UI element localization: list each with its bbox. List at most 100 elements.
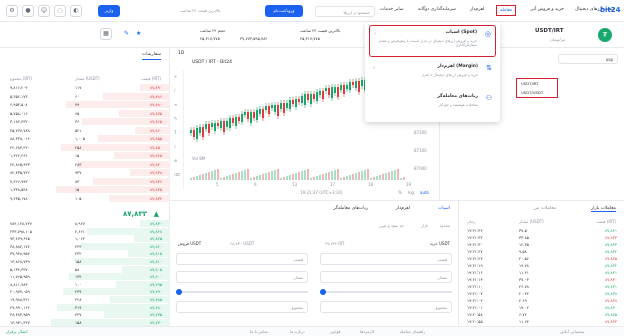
trade-amount: ۱۲.۳۵ xyxy=(519,242,529,247)
tab-market-trades[interactable]: معاملات بازار xyxy=(591,206,616,212)
chart-interval[interactable]: 1D xyxy=(178,51,184,56)
layout-icon[interactable]: ▦ xyxy=(100,28,112,40)
ask-row[interactable]: ۹,۲۳۵,۱۷۸ ۱۰۵ ۸۷,۸۳۴ xyxy=(0,194,170,203)
pair-search-input[interactable]: usp xyxy=(558,54,618,64)
buy-price-input[interactable]: قیمت xyxy=(320,253,452,265)
sell-amount-input[interactable]: مقدار xyxy=(176,271,308,283)
crosshair-icon[interactable]: + xyxy=(174,74,177,79)
notification-icon[interactable]: ● xyxy=(22,5,34,17)
tab-spot[interactable]: اسپات xyxy=(438,206,450,211)
volume-bar xyxy=(346,176,348,180)
moon-icon[interactable]: ◐ xyxy=(70,5,82,17)
star-icon[interactable]: ★ xyxy=(136,30,141,37)
gear-icon[interactable]: ⚙ xyxy=(6,5,18,17)
trash-icon[interactable]: ⌫ xyxy=(174,172,180,177)
search-input[interactable]: جستجو در ارزها xyxy=(315,6,375,17)
footer-contact[interactable]: تماس با ما xyxy=(250,329,268,334)
total-cell: ۹۳,۲۷۹,۶۴۵ xyxy=(10,236,30,242)
footer-rules[interactable]: قوانین xyxy=(330,329,340,334)
trade-time: ۱۹:۲۱:۰۴ xyxy=(467,298,483,303)
line-tool-icon[interactable]: / xyxy=(174,88,175,93)
y-tick-label: 87200 xyxy=(414,130,427,135)
sell-price-input[interactable]: قیمت xyxy=(176,253,308,265)
candle xyxy=(217,123,219,126)
volume-bar xyxy=(313,177,315,180)
volume-bar xyxy=(277,169,279,180)
price-cell: ۸۷,۸۶۰ xyxy=(149,127,162,133)
order-type-stop[interactable]: حد سود و ضرر xyxy=(379,223,404,228)
scale-auto[interactable]: auto xyxy=(420,190,429,195)
amount-cell: ۱۳۴ xyxy=(75,274,82,280)
order-type-market[interactable]: بازار xyxy=(421,223,428,228)
login-button[interactable]: ورود/ثبت‌نام xyxy=(265,5,303,17)
order-type-limit[interactable]: محدود xyxy=(439,223,450,228)
nav-dual[interactable]: سرمایه‌گذاری دوگانه xyxy=(418,7,456,12)
trade-price: ۸۷,۸۳۳ xyxy=(604,235,617,240)
ask-row[interactable]: ۷,۳۶۶,۷۹۳ ۸۳ ۸۷,۸۳۶ xyxy=(0,177,170,186)
ask-row[interactable]: ۲۲,۶۸۳,۲۲۰ ۲۵۸ ۸۷,۸۵۰ xyxy=(0,143,170,152)
nav-instant[interactable]: خرید و فروش آنی xyxy=(530,7,564,12)
measure-icon[interactable]: ⌇ xyxy=(174,144,176,149)
trade-price: ۸۷,۸۳۲ xyxy=(604,263,617,268)
sell-slider[interactable] xyxy=(176,289,308,295)
footer-guide[interactable]: راهنمای معامله xyxy=(400,329,425,334)
volume-bar xyxy=(304,170,306,180)
ask-row[interactable]: ۶,۹۵۳,۵۰۸ ۷۹ ۸۷,۸۸۰ xyxy=(0,101,170,109)
ask-row[interactable]: ۳,۱۸۲,۴۳۲ ۳۶ ۸۷,۸۶۵ xyxy=(0,118,170,126)
user-icon[interactable]: ☺ xyxy=(38,5,50,17)
ask-row[interactable]: ۴۵,۷۷۷,۷۸۸ ۵۲۱ ۸۷,۸۶۰ xyxy=(0,126,170,135)
ask-row[interactable]: ۲۴,۸۶۵,۹۳۳ ۲۸۳ ۸۷,۸۴۰ xyxy=(0,160,170,169)
price-cell: ۸۷,۸۳۸ xyxy=(149,170,162,175)
ask-row[interactable]: ۸۸,۳۳۸,۰۱۴ ۱,۰۰۵ ۸۷,۸۵۵ xyxy=(0,135,170,143)
sell-total-input[interactable]: مجموع xyxy=(176,301,308,313)
tab-bots[interactable]: ربات‌های معامله‌گر xyxy=(333,206,368,211)
logo[interactable]: bit24 xyxy=(600,6,621,14)
ask-row[interactable]: ۸۲,۳۳۵,۷۳۶ ۹۳۷ ۸۷,۸۳۸ xyxy=(0,169,170,177)
tab-margin[interactable]: اهرم‌دار xyxy=(396,206,410,211)
trade-time: ۱۹:۲۱:۲۴ xyxy=(467,256,483,261)
text-tool-icon[interactable]: T xyxy=(174,130,176,135)
trade-price: ۸۷,۸۴۱ xyxy=(604,228,617,233)
drawing-toolbar: + / ≡ ✎ T ⌇ ⊕ ⌫ xyxy=(170,70,184,190)
fib-tool-icon[interactable]: ≡ xyxy=(174,102,177,107)
buy-total-input[interactable]: مجموع xyxy=(320,301,452,313)
tab-my-trades[interactable]: معاملات من xyxy=(533,206,556,211)
bookmark-icon[interactable]: ✎ xyxy=(124,30,129,37)
scale-log[interactable]: log xyxy=(408,190,414,195)
buy-slider[interactable] xyxy=(320,289,452,295)
volume-bar xyxy=(190,178,192,180)
ask-row[interactable]: ۵,۷۵۸,۰۱۶ ۶۵ ۸۷,۸۷۵ xyxy=(0,109,170,118)
amount-cell: ۱۵ xyxy=(75,187,80,192)
zoom-icon[interactable]: ⊕ xyxy=(174,158,177,163)
ask-row[interactable]: ۱,۳۳۸,۵۴۸ ۱۵ ۸۷,۸۳۵ xyxy=(0,186,170,194)
footer-fees[interactable]: کارمزدها xyxy=(360,329,375,334)
ask-row[interactable]: ۹,۸۱۶,۲۰۴ ۱۱۷ ۸۷,۸۹۰ xyxy=(0,84,170,92)
trade-amount: ۴.۶۹ xyxy=(519,298,527,303)
pair-row-0[interactable]: USDT/IRT xyxy=(521,81,539,86)
pair-row-1[interactable]: USDT/USDT xyxy=(521,90,543,95)
deposit-button[interactable]: واریز xyxy=(98,5,120,17)
order-book-title[interactable]: سفارشات xyxy=(142,52,161,60)
tether-icon: ₮ xyxy=(598,28,612,42)
footer-support[interactable]: پشتیبانی آنلاین xyxy=(560,329,584,334)
ask-row[interactable]: ۵,۳۵۲,۱۷۳ ۶۰ ۸۷,۸۸۶ xyxy=(0,92,170,101)
candle xyxy=(256,110,258,120)
pair-title[interactable]: USDT/IRT xyxy=(535,28,564,34)
amount-cell: ۱۰۰ xyxy=(75,281,82,287)
amount-cell: ۱,۰۶۲ xyxy=(75,236,85,242)
support-icon[interactable]: ◌ xyxy=(54,5,66,17)
volume-bar xyxy=(286,176,288,180)
nav-margin[interactable]: اهرم‌دار xyxy=(470,7,484,12)
buy-amount-input[interactable]: مقدار xyxy=(320,271,452,283)
nav-other[interactable]: سایر خدمات xyxy=(380,7,403,12)
ob-col-total: مجموع (IRT) xyxy=(10,76,33,81)
total-cell: ۹,۸۱۶,۲۰۴ xyxy=(10,85,28,90)
nav-trade[interactable]: معامله xyxy=(496,5,517,16)
footer-about[interactable]: درباره ما xyxy=(290,329,305,334)
amount-cell: ۲۳۹ xyxy=(75,289,82,295)
total-cell: ۸۲,۳۳۵,۷۳۶ xyxy=(10,170,30,175)
ask-row[interactable]: ۱,۳۶۲,۲۶۶ ۱۵ ۸۷,۸۴۵ xyxy=(0,152,170,160)
brush-icon[interactable]: ✎ xyxy=(174,116,177,121)
volume-bar xyxy=(199,175,201,180)
scale-percent[interactable]: % xyxy=(398,190,402,195)
